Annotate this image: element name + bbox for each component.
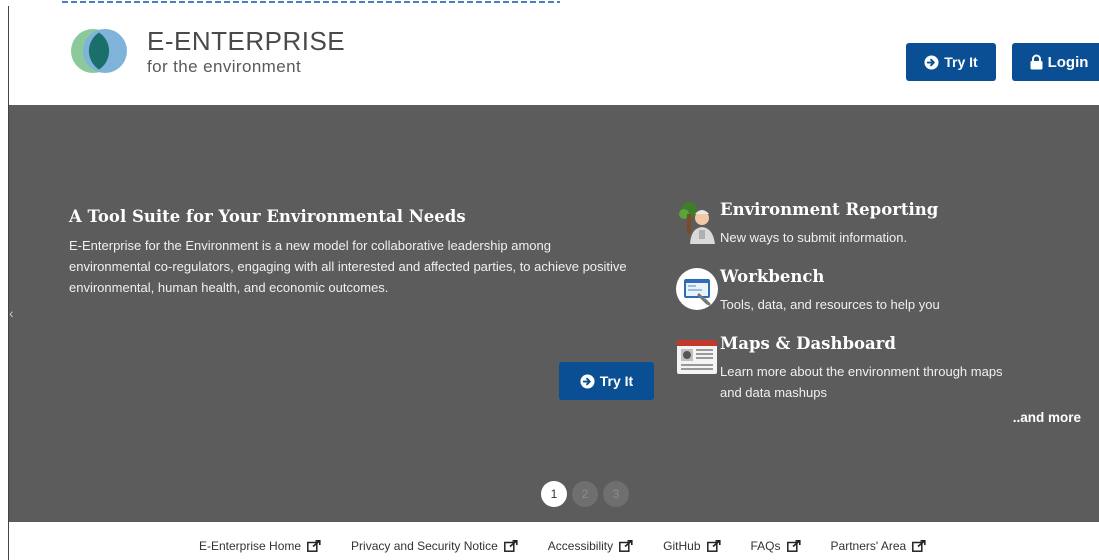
footer-links: E-Enterprise Home Privacy and Security N…	[199, 539, 926, 553]
external-link-icon	[706, 540, 721, 552]
footer-link-accessibility[interactable]: Accessibility	[548, 539, 633, 553]
brand-title: E-ENTERPRISE	[147, 26, 346, 56]
footer-link-home[interactable]: E-Enterprise Home	[199, 539, 321, 553]
site-header: E-ENTERPRISE for the environment Try It …	[9, 6, 1099, 105]
footer-link-label: E-Enterprise Home	[199, 539, 302, 553]
hero-title: A Tool Suite for Your Environmental Need…	[69, 207, 466, 226]
header-try-it-label: Try It	[944, 54, 978, 70]
site-footer: E-Enterprise Home Privacy and Security N…	[9, 522, 1099, 560]
footer-link-label: Privacy and Security Notice	[351, 539, 498, 553]
lock-icon	[1030, 54, 1043, 70]
reporting-person-icon	[679, 202, 715, 244]
hero-carousel: ‹ A Tool Suite for Your Environmental Ne…	[9, 105, 1099, 522]
external-link-icon	[307, 540, 321, 552]
footer-link-faqs[interactable]: FAQs	[751, 539, 801, 553]
feature-description: Learn more about the environment through…	[720, 364, 1003, 400]
header-try-it-button[interactable]: Try It	[906, 43, 996, 81]
footer-link-label: GitHub	[663, 539, 701, 553]
and-more-link[interactable]: ..and more	[1013, 410, 1081, 425]
footer-link-privacy[interactable]: Privacy and Security Notice	[351, 539, 518, 553]
carousel-page-1[interactable]: 1	[541, 481, 567, 507]
feature-description: New ways to submit information.	[720, 230, 908, 245]
login-label: Login	[1047, 53, 1089, 71]
footer-link-github[interactable]: GitHub	[663, 539, 721, 553]
external-link-icon	[503, 540, 518, 552]
login-button[interactable]: Login	[1012, 43, 1099, 81]
feature-title: Maps & Dashboard	[720, 334, 896, 353]
hero-try-it-label: Try It	[599, 373, 634, 389]
footer-link-partners[interactable]: Partners' Area	[831, 539, 927, 553]
external-link-icon	[619, 540, 633, 552]
arrow-circle-right-icon	[580, 373, 595, 389]
workbench-tools-icon	[676, 268, 718, 310]
footer-link-label: FAQs	[750, 539, 781, 553]
brand-tagline: for the environment	[147, 57, 302, 76]
newspaper-map-icon	[677, 340, 717, 374]
external-link-icon	[786, 540, 801, 552]
carousel-page-2[interactable]: 2	[572, 481, 598, 507]
hero-try-it-button[interactable]: Try It	[559, 362, 654, 400]
external-link-icon	[912, 540, 926, 552]
carousel-pagination: 1 2 3	[541, 481, 629, 507]
footer-link-label: Accessibility	[547, 539, 614, 553]
feature-title: Workbench	[720, 267, 825, 286]
feature-description: Tools, data, and resources to help you	[720, 297, 940, 312]
arrow-circle-right-icon	[924, 54, 939, 70]
hero-description: E-Enterprise for the Environment is a ne…	[69, 238, 627, 295]
carousel-page-3[interactable]: 3	[603, 481, 629, 507]
footer-link-label: Partners' Area	[830, 539, 907, 553]
truncated-link[interactable]	[62, 1, 560, 3]
feature-title: Environment Reporting	[720, 200, 939, 219]
carousel-prev-icon[interactable]: ‹	[9, 303, 17, 323]
brand-name[interactable]: E-ENTERPRISE for the environment	[147, 28, 345, 77]
e-enterprise-logo[interactable]	[69, 24, 129, 78]
